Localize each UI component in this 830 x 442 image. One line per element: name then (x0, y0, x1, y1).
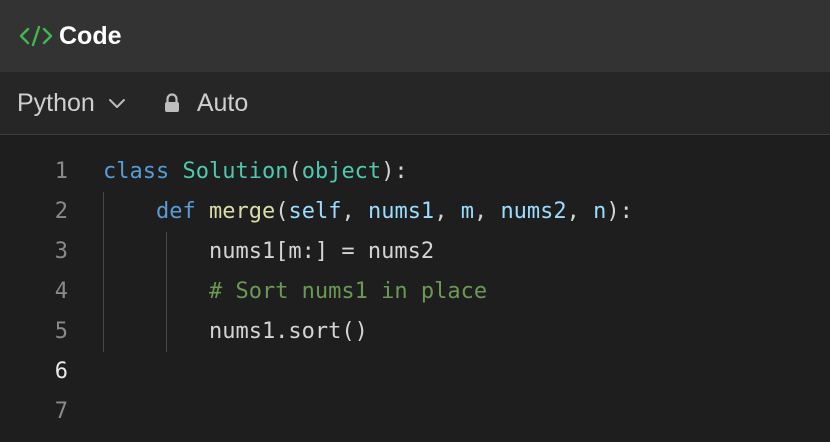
code-line[interactable]: nums1.sort() (103, 312, 830, 352)
code-line[interactable]: nums1[m:] = nums2 (103, 232, 830, 272)
code-token: , (341, 199, 368, 224)
line-number-gutter: 1 2 3 4 5 6 7 (0, 152, 70, 432)
panel-header: Code (0, 0, 830, 72)
code-area[interactable]: class Solution(object): def merge(self, … (103, 152, 830, 432)
code-token: nums1 (367, 199, 435, 224)
code-token: ): (381, 159, 408, 184)
code-token: nums2 (500, 199, 567, 224)
code-token: ( (275, 199, 289, 224)
code-token: # Sort nums1 in place (208, 279, 488, 304)
code-token: , (434, 199, 461, 224)
code-token: n (593, 199, 607, 224)
lock-icon (163, 92, 181, 114)
code-editor[interactable]: 1234567 class Solution(object): def merg… (0, 136, 830, 442)
code-token: m (460, 199, 474, 224)
code-token: self (288, 199, 342, 224)
code-token: object (301, 159, 382, 184)
code-brackets-icon (18, 24, 54, 48)
mode-label: Auto (196, 88, 249, 117)
language-label: Python (17, 88, 95, 117)
line-number: 7 (54, 399, 68, 424)
code-token: class (103, 159, 170, 184)
code-token: def (155, 199, 196, 224)
line-number: 3 (54, 239, 68, 264)
line-number: 5 (54, 319, 68, 344)
language-selector[interactable]: Python (17, 89, 127, 118)
code-token: nums1[m:] = nums2 (103, 239, 435, 264)
code-token: Solution (182, 159, 289, 184)
line-number: 1 (54, 159, 68, 184)
code-line[interactable]: def merge(self, nums1, m, nums2, n): (103, 192, 830, 232)
code-line[interactable] (103, 392, 830, 432)
chevron-down-icon (107, 96, 127, 110)
code-line[interactable]: class Solution(object): (103, 152, 830, 192)
code-token: , (566, 199, 594, 224)
code-token: ( (288, 159, 302, 184)
code-line[interactable]: # Sort nums1 in place (103, 272, 830, 312)
code-token: nums1.sort() (103, 319, 368, 344)
code-token: ): (606, 199, 633, 224)
code-token: , (473, 199, 501, 224)
panel-title: Code (59, 21, 122, 50)
code-line[interactable] (103, 352, 830, 392)
line-number: 4 (54, 279, 68, 304)
auto-mode-indicator: Auto (163, 89, 248, 118)
line-number: 6 (54, 359, 68, 384)
editor-toolbar: Python Auto (0, 72, 830, 135)
line-number: 2 (54, 199, 68, 224)
code-token: merge (208, 199, 276, 224)
